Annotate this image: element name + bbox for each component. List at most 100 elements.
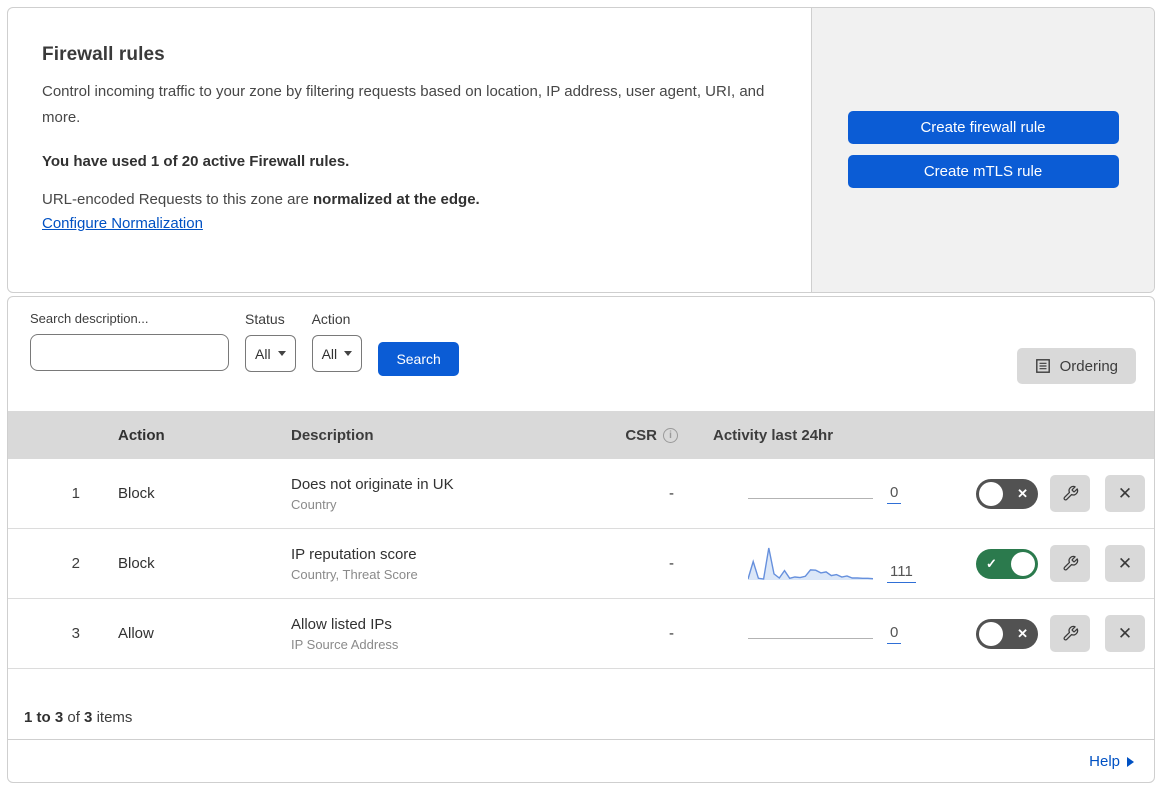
toggle-x-icon: ✕ bbox=[1017, 485, 1028, 501]
rule-tools-cell: ✕ bbox=[1038, 615, 1154, 652]
rule-action: Allow bbox=[118, 625, 154, 642]
ordering-button-label: Ordering bbox=[1059, 357, 1118, 375]
header-csr: CSR i bbox=[583, 427, 698, 444]
help-link[interactable]: Help bbox=[1089, 753, 1134, 770]
firewall-rules-list-card: Search description... Status All Action … bbox=[7, 296, 1155, 783]
delete-rule-button[interactable]: ✕ bbox=[1105, 545, 1145, 582]
rule-enabled-toggle[interactable]: ✕ bbox=[976, 478, 1038, 509]
rule-criteria: IP Source Address bbox=[291, 636, 399, 652]
rule-csr: - bbox=[669, 625, 674, 642]
search-group: Search description... bbox=[30, 311, 232, 371]
create-mtls-rule-button[interactable]: Create mTLS rule bbox=[847, 155, 1119, 188]
status-dropdown-value: All bbox=[255, 345, 271, 362]
list-document-icon bbox=[1035, 359, 1050, 373]
rule-tools-cell: ✕ bbox=[1038, 475, 1154, 512]
search-input[interactable] bbox=[51, 344, 232, 361]
edit-rule-button[interactable] bbox=[1050, 545, 1090, 582]
ordering-button[interactable]: Ordering bbox=[1016, 348, 1136, 384]
wrench-icon bbox=[1063, 485, 1078, 501]
rule-action: Block bbox=[118, 485, 155, 502]
info-icon[interactable]: i bbox=[663, 427, 678, 443]
items-total: 3 bbox=[84, 709, 93, 726]
rule-enabled-toggle[interactable]: ✓ bbox=[976, 548, 1038, 579]
action-dropdown[interactable]: All bbox=[311, 335, 363, 372]
rule-description-cell: Allow listed IPs IP Source Address bbox=[273, 616, 583, 652]
help-link-label: Help bbox=[1089, 753, 1120, 770]
table-row: 2 Block IP reputation score Country, Thr… bbox=[8, 529, 1154, 599]
status-label: Status bbox=[245, 311, 285, 327]
help-strip: Help bbox=[8, 740, 1154, 782]
items-of-text: of bbox=[67, 709, 80, 726]
toggle-knob bbox=[1011, 551, 1035, 576]
activity-count-link[interactable]: 0 bbox=[887, 484, 902, 504]
action-filter-group: Action All bbox=[311, 311, 363, 372]
rule-activity-cell: 0 bbox=[698, 624, 943, 644]
rule-toggle-cell: ✕ bbox=[943, 478, 1038, 509]
action-dropdown-value: All bbox=[321, 345, 338, 362]
rule-description-cell: Does not originate in UK Country bbox=[273, 476, 583, 512]
activity-sparkline-flat bbox=[748, 637, 873, 639]
header-description: Description bbox=[291, 426, 374, 444]
toggle-check-icon: ✓ bbox=[986, 555, 997, 571]
status-filter-group: Status All bbox=[245, 311, 296, 372]
chevron-down-icon bbox=[344, 351, 353, 356]
search-button-group: Search bbox=[378, 311, 460, 376]
configure-normalization-link[interactable]: Configure Normalization bbox=[42, 215, 203, 232]
rule-criteria: Country, Threat Score bbox=[291, 566, 418, 582]
header-activity: Activity last 24hr bbox=[713, 426, 834, 444]
chevron-down-icon bbox=[277, 351, 286, 356]
rule-csr: - bbox=[669, 485, 674, 502]
filter-bar: Search description... Status All Action … bbox=[8, 297, 1154, 411]
usage-summary: You have used 1 of 20 active Firewall ru… bbox=[42, 153, 350, 170]
edit-rule-button[interactable] bbox=[1050, 475, 1090, 512]
close-icon: ✕ bbox=[1117, 483, 1133, 503]
items-range: 1 to 3 bbox=[24, 709, 64, 726]
rule-description: IP reputation score bbox=[291, 545, 417, 563]
rule-priority: 1 bbox=[71, 485, 80, 502]
firewall-rules-summary-card: Firewall rules Control incoming traffic … bbox=[7, 7, 1155, 293]
wrench-icon bbox=[1063, 555, 1078, 571]
close-icon: ✕ bbox=[1117, 553, 1133, 573]
rule-action: Block bbox=[118, 555, 155, 572]
rule-description-cell: IP reputation score Country, Threat Scor… bbox=[273, 546, 583, 582]
rule-priority: 3 bbox=[71, 625, 80, 642]
activity-count-link[interactable]: 0 bbox=[887, 624, 902, 644]
table-header-row: Action Description CSR i Activity last 2… bbox=[8, 411, 1154, 459]
page-description: Control incoming traffic to your zone by… bbox=[42, 83, 765, 126]
activity-count-link[interactable]: 111 bbox=[887, 563, 916, 583]
rule-description: Does not originate in UK bbox=[291, 475, 454, 493]
header-action: Action bbox=[118, 426, 165, 444]
delete-rule-button[interactable]: ✕ bbox=[1105, 615, 1145, 652]
arrow-right-icon bbox=[1127, 757, 1134, 767]
items-label: items bbox=[96, 709, 133, 726]
rule-toggle-cell: ✕ bbox=[943, 618, 1038, 649]
search-button[interactable]: Search bbox=[378, 342, 460, 376]
toggle-knob bbox=[979, 621, 1003, 646]
normalization-note: URL-encoded Requests to this zone are no… bbox=[42, 191, 771, 208]
rule-activity-cell: 111 bbox=[698, 545, 943, 583]
table-row: 1 Block Does not originate in UK Country… bbox=[8, 459, 1154, 529]
rule-toggle-cell: ✓ bbox=[943, 548, 1038, 579]
close-icon: ✕ bbox=[1117, 623, 1133, 643]
rule-csr: - bbox=[669, 555, 674, 572]
action-label: Action bbox=[311, 311, 351, 327]
edit-rule-button[interactable] bbox=[1050, 615, 1090, 652]
rule-enabled-toggle[interactable]: ✕ bbox=[976, 618, 1038, 649]
create-firewall-rule-button[interactable]: Create firewall rule bbox=[847, 111, 1119, 144]
normalization-note-bold: normalized at the edge. bbox=[313, 191, 480, 208]
rule-priority: 2 bbox=[71, 555, 80, 572]
wrench-icon bbox=[1063, 625, 1078, 641]
header-csr-label: CSR bbox=[625, 426, 657, 444]
page-title: Firewall rules bbox=[42, 44, 165, 65]
rule-description: Allow listed IPs bbox=[291, 615, 392, 633]
rule-criteria: Country bbox=[291, 496, 337, 512]
rule-tools-cell: ✕ bbox=[1038, 545, 1154, 582]
pagination-summary: 1 to 3 of 3 items bbox=[8, 669, 1154, 740]
delete-rule-button[interactable]: ✕ bbox=[1105, 475, 1145, 512]
toggle-knob bbox=[979, 481, 1003, 506]
activity-sparkline-flat bbox=[748, 497, 873, 499]
status-dropdown[interactable]: All bbox=[245, 335, 296, 372]
toggle-x-icon: ✕ bbox=[1017, 625, 1028, 641]
normalization-note-prefix: URL-encoded Requests to this zone are bbox=[42, 191, 313, 208]
create-actions-panel: Create firewall rule Create mTLS rule bbox=[811, 8, 1154, 292]
